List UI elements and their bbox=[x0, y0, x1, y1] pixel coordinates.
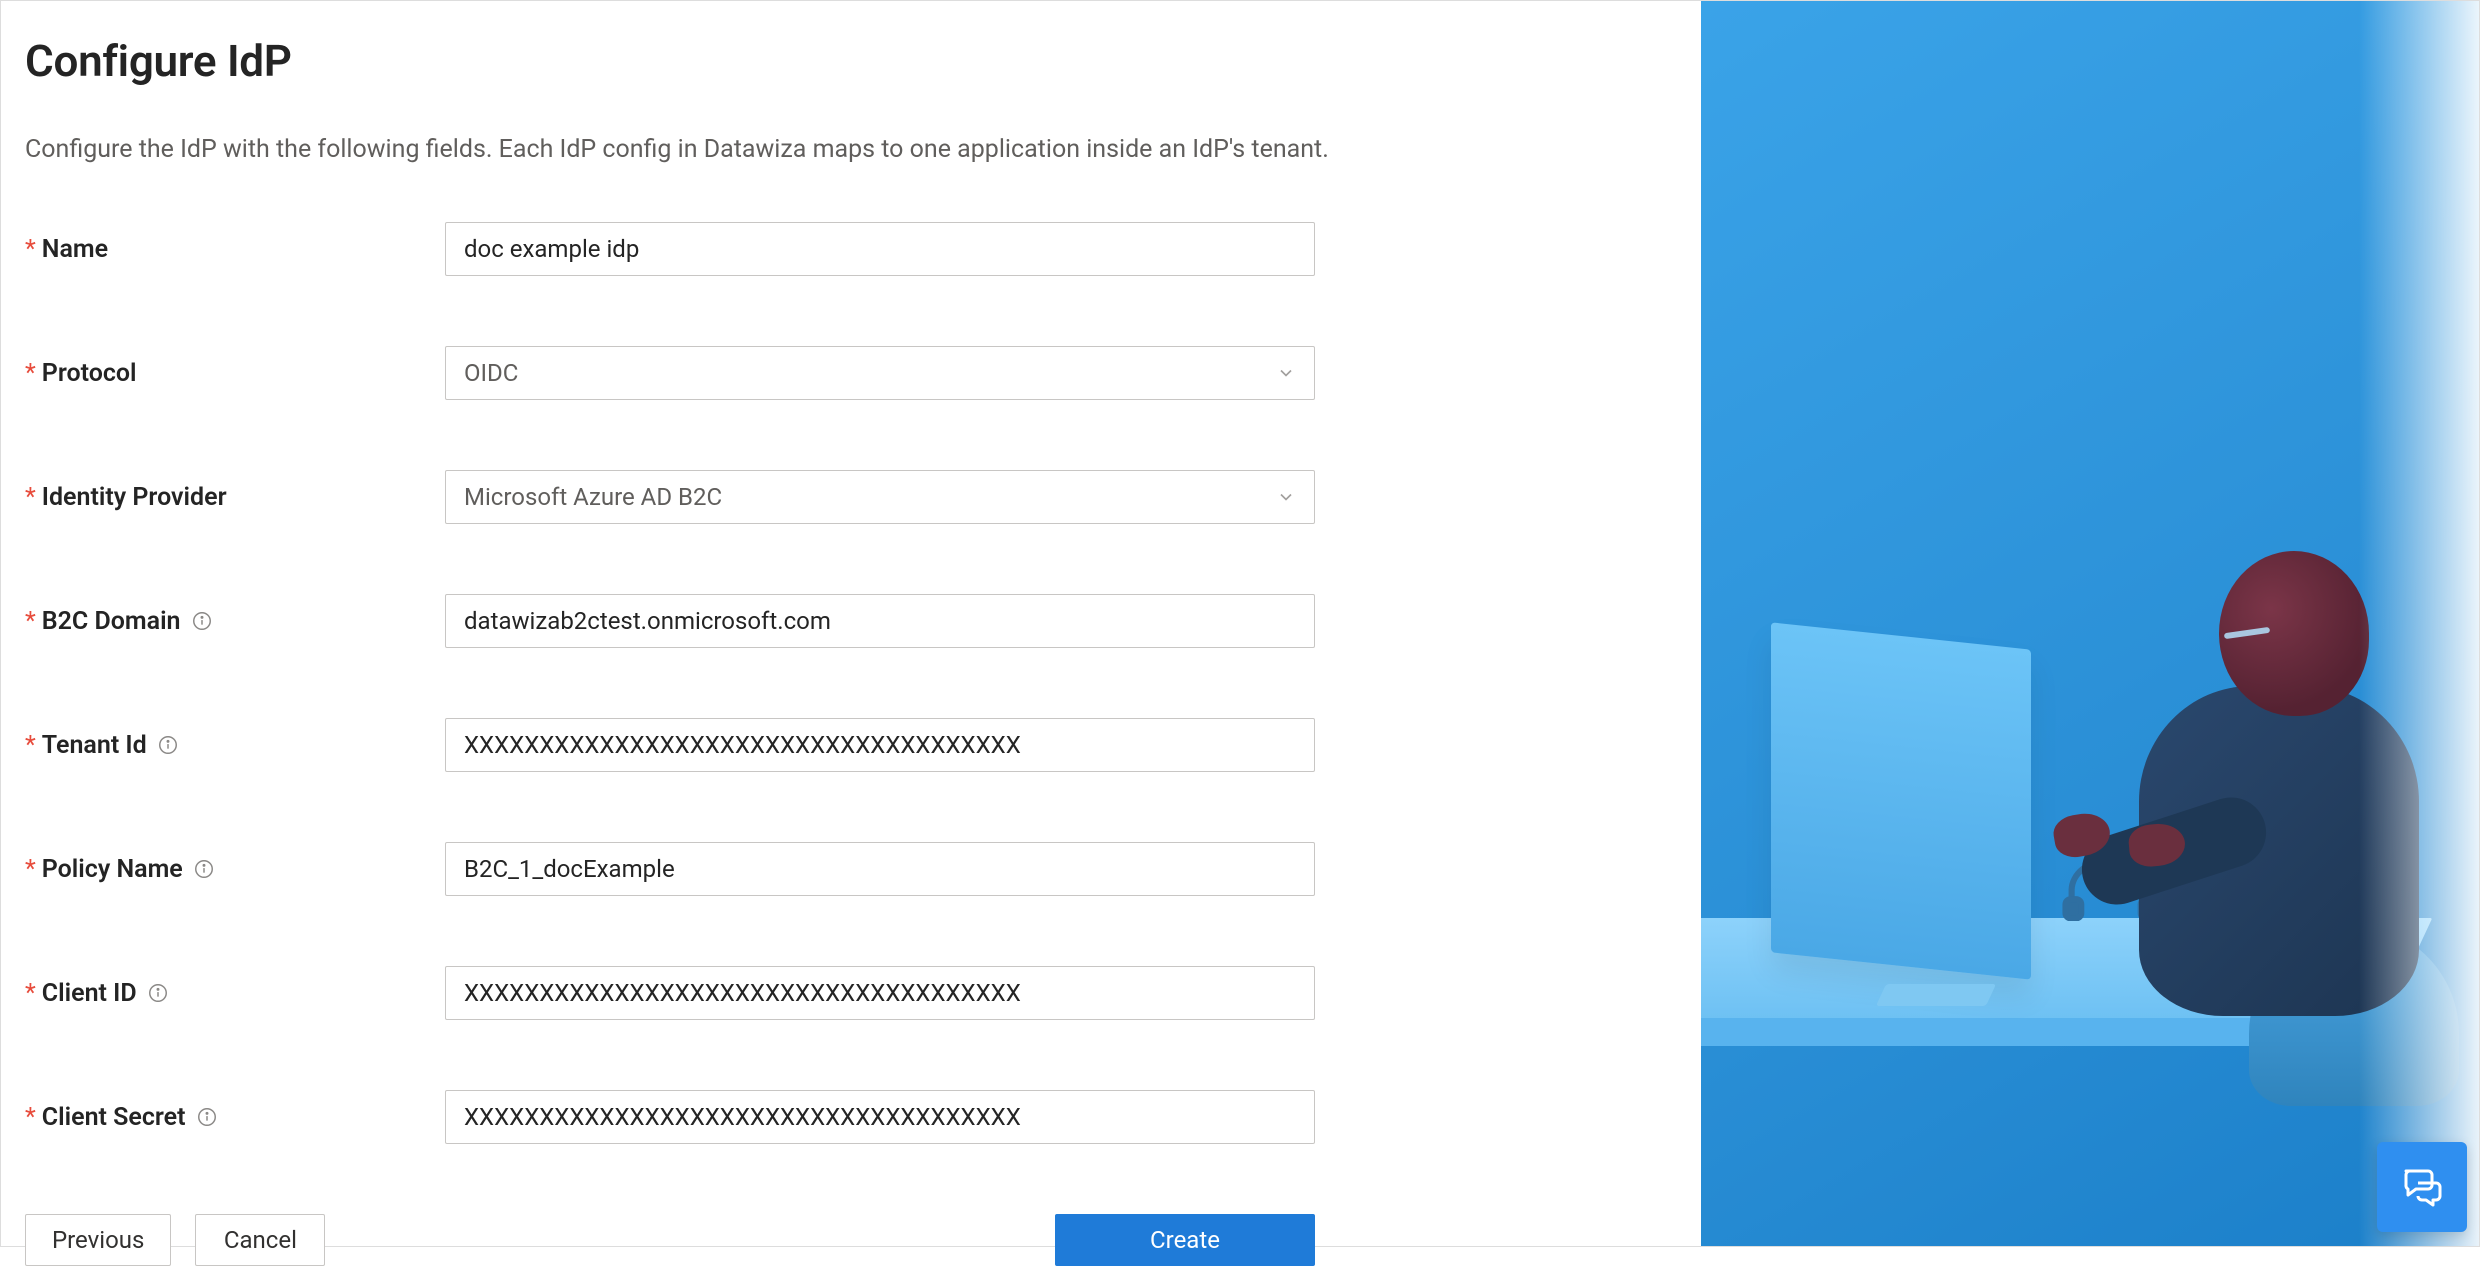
label-name: *Name bbox=[25, 235, 445, 264]
label-policy-name: *Policy Name bbox=[25, 855, 445, 884]
policy-name-input[interactable] bbox=[445, 842, 1315, 896]
required-indicator: * bbox=[25, 607, 36, 636]
required-indicator: * bbox=[25, 731, 36, 760]
field-row-policy-name: *Policy Name bbox=[25, 842, 1677, 896]
chevron-down-icon bbox=[1276, 363, 1296, 383]
field-row-protocol: *Protocol OIDC bbox=[25, 346, 1677, 400]
label-text-policy-name: Policy Name bbox=[42, 855, 183, 884]
info-circle-icon[interactable] bbox=[193, 858, 215, 880]
field-row-identity-provider: *Identity Provider Microsoft Azure AD B2… bbox=[25, 470, 1677, 524]
identity-provider-select[interactable]: Microsoft Azure AD B2C bbox=[445, 470, 1315, 524]
label-text-client-id: Client ID bbox=[42, 979, 137, 1008]
cancel-button[interactable]: Cancel bbox=[195, 1214, 325, 1266]
illustration-tablet bbox=[1876, 984, 1996, 1006]
required-indicator: * bbox=[25, 979, 36, 1008]
chat-button[interactable] bbox=[2377, 1142, 2467, 1232]
label-identity-provider: *Identity Provider bbox=[25, 483, 445, 512]
info-circle-icon[interactable] bbox=[191, 610, 213, 632]
field-row-client-secret: *Client Secret bbox=[25, 1090, 1677, 1144]
field-row-b2c-domain: *B2C Domain bbox=[25, 594, 1677, 648]
label-client-id: *Client ID bbox=[25, 979, 445, 1008]
label-text-protocol: Protocol bbox=[42, 359, 137, 388]
label-text-client-secret: Client Secret bbox=[42, 1103, 186, 1132]
required-indicator: * bbox=[25, 359, 36, 388]
create-button[interactable]: Create bbox=[1055, 1214, 1315, 1266]
info-circle-icon[interactable] bbox=[196, 1106, 218, 1128]
info-circle-icon[interactable] bbox=[147, 982, 169, 1004]
chat-bubbles-icon bbox=[2398, 1161, 2446, 1213]
label-tenant-id: *Tenant Id bbox=[25, 731, 445, 760]
label-client-secret: *Client Secret bbox=[25, 1103, 445, 1132]
field-row-client-id: *Client ID bbox=[25, 966, 1677, 1020]
client-secret-input[interactable] bbox=[445, 1090, 1315, 1144]
b2c-domain-input[interactable] bbox=[445, 594, 1315, 648]
form-panel: Configure IdP Configure the IdP with the… bbox=[1, 1, 1701, 1246]
required-indicator: * bbox=[25, 235, 36, 264]
label-text-tenant-id: Tenant Id bbox=[42, 731, 147, 760]
field-row-tenant-id: *Tenant Id bbox=[25, 718, 1677, 772]
illustration-fade bbox=[2359, 1, 2479, 1246]
label-text-identity-provider: Identity Provider bbox=[42, 483, 227, 512]
client-id-input[interactable] bbox=[445, 966, 1315, 1020]
tenant-id-input[interactable] bbox=[445, 718, 1315, 772]
protocol-select[interactable]: OIDC bbox=[445, 346, 1315, 400]
previous-button[interactable]: Previous bbox=[25, 1214, 171, 1266]
button-row: Previous Cancel Create bbox=[25, 1214, 1315, 1266]
illustration-monitor bbox=[1771, 622, 2031, 979]
info-circle-icon[interactable] bbox=[157, 734, 179, 756]
protocol-select-value: OIDC bbox=[464, 359, 518, 387]
identity-provider-select-value: Microsoft Azure AD B2C bbox=[464, 483, 722, 511]
label-text-b2c-domain: B2C Domain bbox=[42, 607, 181, 636]
label-b2c-domain: *B2C Domain bbox=[25, 607, 445, 636]
chevron-down-icon bbox=[1276, 487, 1296, 507]
page-title: Configure IdP bbox=[25, 35, 1677, 87]
field-row-name: *Name bbox=[25, 222, 1677, 276]
label-protocol: *Protocol bbox=[25, 359, 445, 388]
page-description: Configure the IdP with the following fie… bbox=[25, 135, 1677, 164]
required-indicator: * bbox=[25, 483, 36, 512]
name-input[interactable] bbox=[445, 222, 1315, 276]
required-indicator: * bbox=[25, 1103, 36, 1132]
required-indicator: * bbox=[25, 855, 36, 884]
illustration-panel bbox=[1701, 1, 2479, 1246]
label-text-name: Name bbox=[42, 235, 108, 264]
